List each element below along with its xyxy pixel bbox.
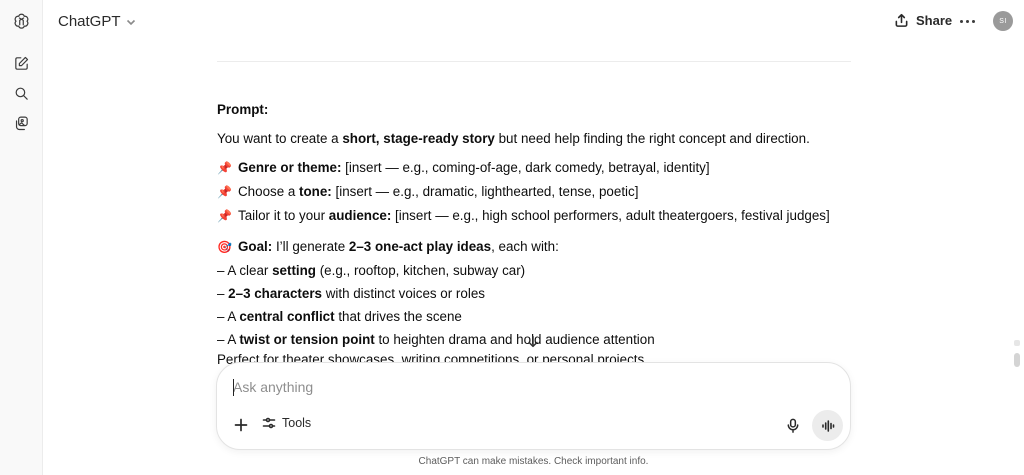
microphone-icon (787, 418, 799, 433)
library-icon (15, 116, 28, 131)
waveform-icon (821, 419, 834, 432)
pushpin-icon: 📌 (217, 209, 232, 223)
library-button[interactable] (8, 110, 35, 137)
assistant-message: Prompt: You want to create a short, stag… (217, 98, 851, 351)
pushpin-icon: 📌 (217, 185, 232, 199)
pin-line-tone: 📌 Choose a tone: [insert — e.g., dramatic… (217, 180, 851, 204)
tools-button[interactable]: Tools (262, 416, 311, 430)
pushpin-icon: 📌 (217, 161, 232, 175)
new-chat-icon (15, 56, 29, 70)
pin-line-audience: 📌 Tailor it to your audience: [insert — e… (217, 204, 851, 228)
tools-label: Tools (282, 416, 312, 430)
scrollbar-arrow[interactable] (1014, 340, 1020, 346)
openai-logo-icon (14, 13, 29, 29)
intro-line: You want to create a short, stage-ready … (217, 131, 810, 146)
sidebar-rail (0, 0, 43, 475)
list-item: – A central conflict that drives the sce… (217, 309, 462, 324)
pin-line-genre: 📌 Genre or theme: [insert — e.g., coming-… (217, 156, 851, 180)
target-icon: 🎯 (217, 240, 232, 254)
arrow-down-icon (528, 336, 538, 348)
share-icon (895, 13, 908, 27)
search-icon (15, 87, 28, 100)
text-caret (233, 379, 234, 396)
share-label: Share (916, 13, 953, 28)
voice-mode-button[interactable] (812, 410, 843, 441)
dictate-button[interactable] (783, 415, 803, 435)
scrollbar-thumb[interactable] (1014, 353, 1020, 367)
dot-icon (959, 19, 963, 23)
list-item: – A clear setting (e.g., rooftop, kitche… (217, 263, 526, 278)
sliders-icon (262, 417, 276, 429)
top-header: ChatGPT Share SI (43, 0, 1024, 44)
user-avatar[interactable]: SI (993, 11, 1013, 31)
list-item: – 2–3 characters with distinct voices or… (217, 286, 485, 301)
disclaimer-text: ChatGPT can make mistakes. Check importa… (418, 456, 649, 467)
search-chats-button[interactable] (8, 80, 35, 107)
share-button[interactable]: Share (890, 11, 956, 30)
chevron-down-icon (126, 19, 135, 25)
new-chat-button[interactable] (8, 50, 35, 77)
composer: Tools (216, 362, 851, 450)
add-attachment-button[interactable] (231, 415, 251, 435)
prompt-input[interactable] (233, 375, 793, 399)
scroll-to-bottom-button[interactable] (523, 332, 543, 352)
openai-logo-button[interactable] (8, 7, 35, 34)
dot-icon (971, 19, 975, 23)
model-name: ChatGPT (58, 13, 121, 30)
plus-icon (234, 418, 248, 432)
message-divider (217, 61, 851, 62)
scrollbar[interactable] (1012, 44, 1022, 475)
model-picker[interactable]: ChatGPT (56, 11, 139, 32)
dot-icon (965, 19, 969, 23)
message-heading: Prompt: (217, 102, 269, 117)
more-options-button[interactable] (957, 11, 977, 31)
goal-line: 🎯 Goal: I’ll generate 2–3 one-act play id… (217, 235, 851, 259)
